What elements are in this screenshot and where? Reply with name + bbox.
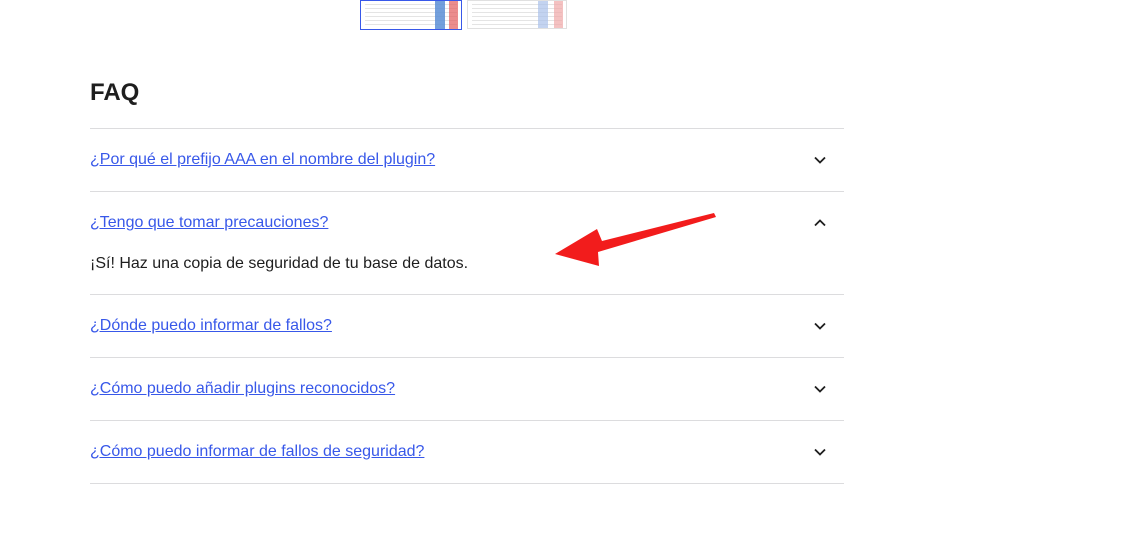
faq-list: ¿Por qué el prefijo AAA en el nombre del… <box>90 128 844 484</box>
faq-question-link[interactable]: ¿Por qué el prefijo AAA en el nombre del… <box>90 151 435 169</box>
faq-item: ¿Cómo puedo añadir plugins reconocidos? <box>90 358 844 421</box>
faq-section: FAQ ¿Por qué el prefijo AAA en el nombre… <box>90 78 844 484</box>
faq-question-toggle[interactable]: ¿Dónde puedo informar de fallos? <box>90 295 844 357</box>
chevron-down-icon[interactable] <box>812 381 828 397</box>
faq-question-link[interactable]: ¿Cómo puedo informar de fallos de seguri… <box>90 443 424 461</box>
screenshot-thumbnail-2[interactable] <box>467 0 567 29</box>
annotation-arrow-icon <box>555 213 716 266</box>
chevron-up-icon[interactable] <box>812 215 828 231</box>
screenshot-thumbnails <box>360 0 567 30</box>
faq-question-link[interactable]: ¿Tengo que tomar precauciones? <box>90 214 328 232</box>
faq-item: ¿Cómo puedo informar de fallos de seguri… <box>90 421 844 484</box>
chevron-down-icon[interactable] <box>812 444 828 460</box>
faq-answer: ¡Sí! Haz una copia de seguridad de tu ba… <box>90 255 469 272</box>
faq-item: ¿Tengo que tomar precauciones? ¡Sí! Haz … <box>90 192 844 295</box>
chevron-down-icon[interactable] <box>812 152 828 168</box>
chevron-down-icon[interactable] <box>812 318 828 334</box>
faq-question-link[interactable]: ¿Dónde puedo informar de fallos? <box>90 317 332 335</box>
plugin-page: FAQ ¿Por qué el prefijo AAA en el nombre… <box>0 0 1121 544</box>
faq-title: FAQ <box>90 79 140 106</box>
faq-item: ¿Dónde puedo informar de fallos? <box>90 295 844 358</box>
faq-item: ¿Por qué el prefijo AAA en el nombre del… <box>90 129 844 192</box>
faq-question-toggle[interactable]: ¿Por qué el prefijo AAA en el nombre del… <box>90 129 844 191</box>
faq-question-toggle[interactable]: ¿Cómo puedo informar de fallos de seguri… <box>90 421 844 483</box>
faq-question-toggle[interactable]: ¿Cómo puedo añadir plugins reconocidos? <box>90 358 844 420</box>
screenshot-thumbnail-1[interactable] <box>360 0 462 30</box>
faq-question-toggle[interactable]: ¿Tengo que tomar precauciones? <box>90 192 844 254</box>
faq-question-link[interactable]: ¿Cómo puedo añadir plugins reconocidos? <box>90 380 395 398</box>
